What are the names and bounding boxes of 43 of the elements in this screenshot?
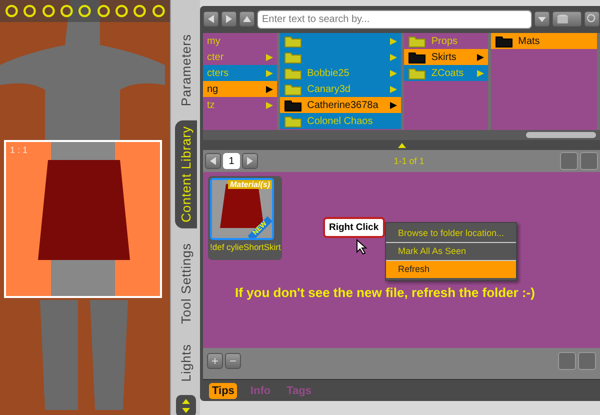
folder-item[interactable]: ng <box>203 81 278 97</box>
type-badge: Material(s) <box>228 180 272 189</box>
forward-button[interactable] <box>221 11 237 27</box>
page-number[interactable]: 1 <box>223 153 240 169</box>
menu-item[interactable]: Browse to folder location... <box>386 225 516 243</box>
footer-button[interactable]: − <box>225 353 241 369</box>
footer-button[interactable]: + <box>207 353 223 369</box>
folder-item[interactable]: ZCoats <box>404 65 488 81</box>
up-arrow-icon <box>243 15 251 23</box>
callout-label: Right Click <box>323 217 385 238</box>
asset-name: !def cylieShortSkirt <box>210 242 280 253</box>
folder-item[interactable]: Canary3d <box>280 81 402 97</box>
caret-icon <box>538 15 546 23</box>
page-summary: 1-1 of 1 <box>392 156 426 166</box>
side-tab[interactable]: Parameters <box>174 28 196 112</box>
menu-item[interactable]: Refresh <box>386 261 516 278</box>
previous-page-button[interactable] <box>205 153 221 169</box>
next-page-button[interactable] <box>242 153 258 169</box>
folder-item[interactable]: Catherine3678a <box>280 97 402 113</box>
side-tab[interactable]: Lights <box>174 338 196 388</box>
folder-item[interactable]: Colonel Chaos <box>280 113 402 129</box>
cursor-icon <box>356 239 368 255</box>
folder-item[interactable]: Bobbie25 <box>280 65 402 81</box>
tip-text: If you don't see the new file, refresh the folder :-) <box>235 285 535 300</box>
side-tab[interactable]: Content Library <box>174 120 196 229</box>
right-arrow-icon <box>225 15 233 23</box>
dropdown-button[interactable] <box>534 11 550 27</box>
zoom-label: 1 : 1 <box>10 145 28 155</box>
right-arrow-icon <box>246 157 254 165</box>
splitter-handle-icon[interactable] <box>398 142 406 148</box>
scrollbar-thumb[interactable] <box>526 132 596 138</box>
folder-item[interactable]: Mats <box>491 33 597 49</box>
bottom-tab[interactable]: Tips <box>209 382 238 398</box>
up-button[interactable] <box>239 11 255 27</box>
left-arrow-icon <box>207 15 215 23</box>
folder-icon <box>495 34 514 48</box>
side-tab[interactable]: Tool Settings <box>174 236 196 330</box>
scroll-arrows-icon[interactable] <box>176 395 196 415</box>
folder-item[interactable]: cters <box>203 65 278 81</box>
left-arrow-icon <box>209 157 217 165</box>
folder-item[interactable]: Skirts <box>404 49 488 65</box>
search-field[interactable]: Enter text to search by... <box>257 10 532 28</box>
back-button[interactable] <box>203 11 219 27</box>
